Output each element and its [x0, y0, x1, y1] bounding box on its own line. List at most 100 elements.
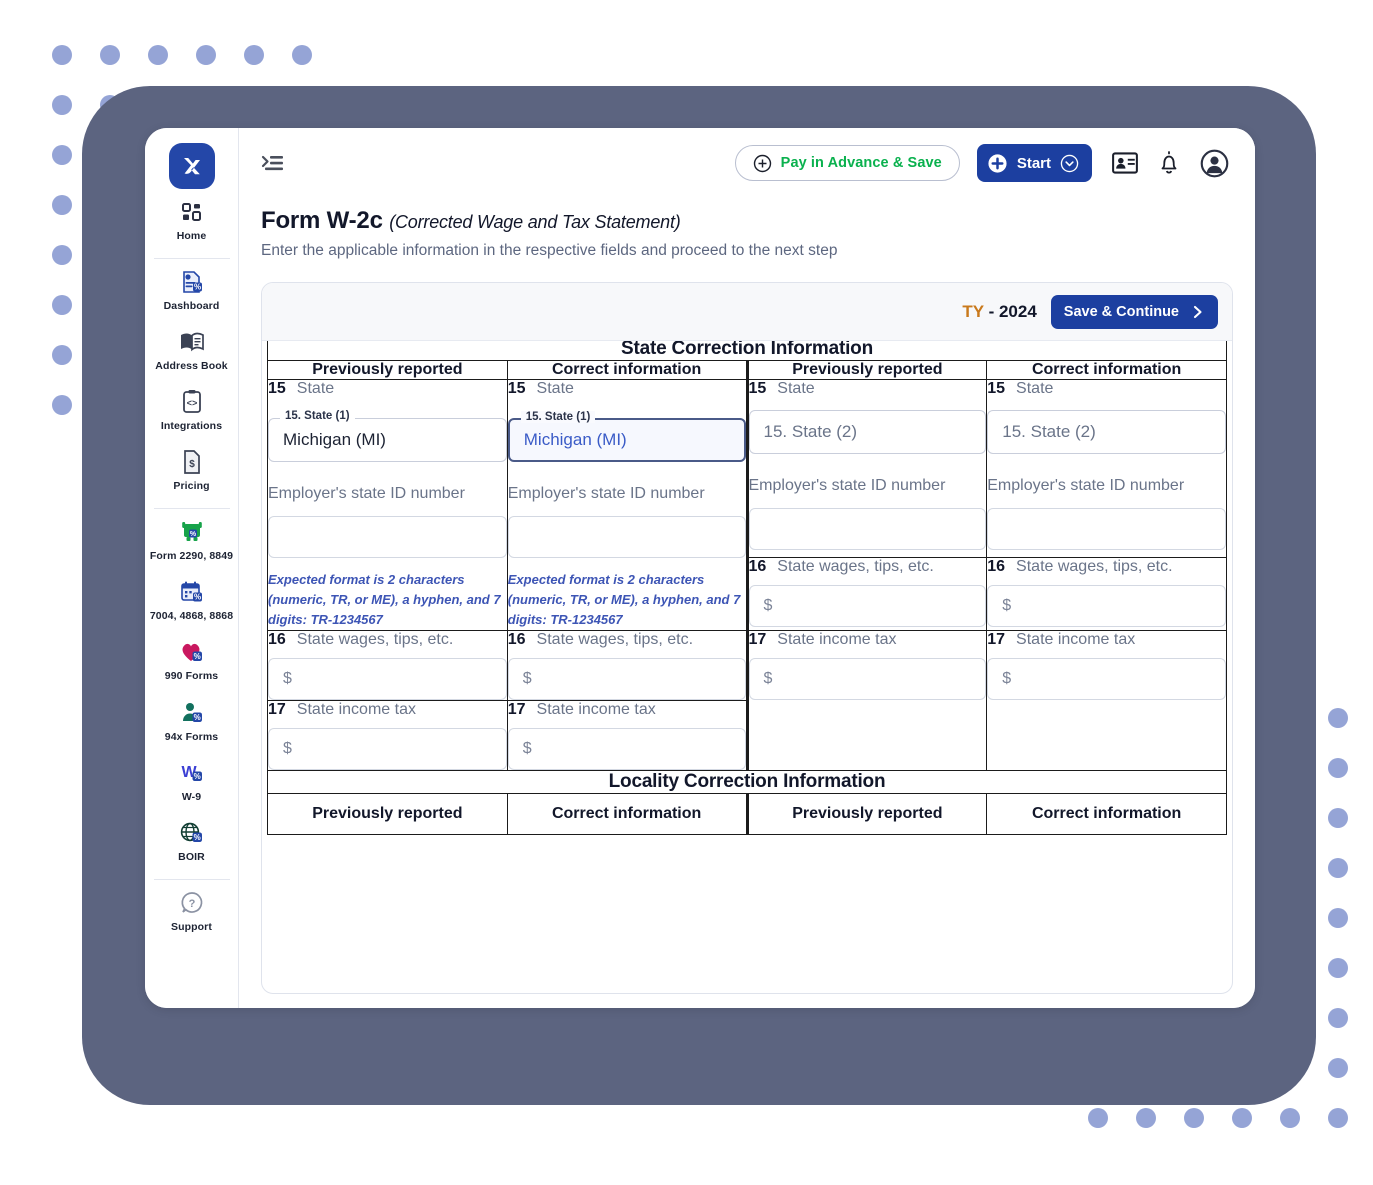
sidebar-item-home[interactable]: Home [145, 189, 239, 249]
employer-id-input-col2[interactable] [507, 515, 746, 558]
decorative-dot [196, 45, 216, 65]
start-button[interactable]: Start [976, 144, 1092, 182]
wages-input-placeholder-col3: $ [763, 597, 773, 615]
page-title: Form W-2c (Corrected Wage and Tax Statem… [261, 207, 1229, 235]
decorative-dot [1328, 758, 1348, 778]
decorative-dot [52, 95, 72, 115]
locality-column-header-2-label: Correct information [551, 805, 702, 823]
income-tax-input-col2[interactable]: $ [507, 728, 746, 771]
wages-input-col2[interactable]: $ [507, 658, 746, 701]
field-label: State income tax [536, 701, 656, 719]
field-label-row: 15 State [749, 380, 987, 398]
field-label-row: 17 State income tax [268, 701, 507, 719]
field-label: State wages, tips, etc. [1016, 558, 1173, 576]
field-number: 17 [987, 631, 1006, 649]
employer-id-input-col3[interactable] [748, 507, 987, 550]
save-and-continue-button[interactable]: Save & Continue [1050, 294, 1218, 329]
sidebar-item-integrations[interactable]: <> Integrations [145, 379, 239, 439]
person-percent-icon: % [179, 699, 205, 727]
sidebar-item-label: 94x Forms [164, 730, 219, 743]
svg-text:%: % [193, 833, 200, 842]
plus-circle-filled-icon [988, 153, 1007, 173]
decorative-dot [1328, 1058, 1348, 1078]
income-tax-input-col3[interactable]: $ [748, 658, 987, 701]
table-row-column-headers: Previously reported Correct information … [267, 360, 1227, 380]
table-row-locality-headers: Previously reported Correct information … [267, 793, 1227, 836]
decorative-dot [1088, 1108, 1108, 1128]
cell-income-tax-col3: 17 State income tax $ [745, 630, 988, 772]
field-label-row: 15 State [987, 380, 1226, 398]
pay-in-advance-label: Pay in Advance & Save [780, 155, 942, 171]
table-row-section-locality: Locality Correction Information [267, 770, 1227, 795]
employer-id-label-col2: Employer's state ID number [507, 485, 705, 502]
field-label-row: 17 State income tax [749, 631, 987, 649]
plus-circle-icon [753, 154, 771, 172]
employer-id-label-col4: Employer's state ID number [987, 477, 1185, 494]
form-card: TY - 2024 Save & Continue State Correcti… [261, 282, 1233, 994]
cell-income-tax-col1: 17 State income tax $ [267, 700, 508, 772]
user-account-icon[interactable] [1200, 149, 1229, 178]
sidebar-item-7004-4868-8868[interactable]: % 7004, 4868, 8868 [145, 569, 239, 629]
sidebar-item-94x-forms[interactable]: % 94x Forms [145, 690, 239, 750]
pay-in-advance-button[interactable]: Pay in Advance & Save [734, 145, 960, 181]
field-number: 15 [987, 380, 1006, 397]
document-percent-icon: % [179, 268, 205, 296]
state-select-col1[interactable]: 15. State (1) Michigan (MI) [268, 410, 507, 462]
decorative-dot [1232, 1108, 1252, 1128]
sidebar-item-support[interactable]: ? Support [145, 880, 239, 940]
income-tax-input-placeholder-col2: $ [522, 740, 532, 758]
sidebar-item-label: Dashboard [163, 300, 220, 313]
state-select-col4[interactable]: 15. State (2) [987, 410, 1226, 454]
app-window: Home % Dashboard Address Book <> Integra… [145, 128, 1255, 1008]
field-number: 16 [987, 558, 1006, 576]
employer-id-label-col3: Employer's state ID number [748, 477, 946, 494]
sidebar-item-pricing[interactable]: $ Pricing [145, 439, 239, 499]
page-title-main: Form W-2c [261, 207, 383, 234]
locality-column-header-2: Correct information [506, 793, 748, 836]
employer-id-hint-col2: Expected format is 2 characters (numeric… [507, 571, 741, 628]
income-tax-input-col4[interactable]: $ [987, 658, 1226, 701]
field-label-row: 15 State [508, 380, 746, 398]
section-title-state: State Correction Information [267, 341, 1227, 361]
column-header-1: Previously reported [267, 360, 508, 380]
state-select-col2[interactable]: 15. State (1) Michigan (MI) [507, 411, 746, 462]
sidebar-item-dashboard[interactable]: % Dashboard [145, 259, 239, 319]
sidebar-item-boir[interactable]: % BOIR [145, 810, 239, 870]
wages-input-col3[interactable]: $ [748, 585, 987, 628]
table-row-wages-col12: 16 State wages, tips, etc. $ 16 State wa… [267, 630, 1227, 772]
grid-dashboard-icon [180, 198, 204, 226]
field-label: State wages, tips, etc. [777, 558, 934, 576]
income-tax-input-placeholder-col4: $ [1002, 670, 1012, 688]
sidebar-item-address-book[interactable]: Address Book [145, 319, 239, 379]
decorative-dot [1328, 958, 1348, 978]
sidebar-item-label: W-9 [181, 790, 202, 803]
state-correction-table: State Correction Information Previously … [267, 341, 1227, 836]
svg-text:$: $ [189, 459, 195, 470]
collapse-menu-icon[interactable] [261, 153, 285, 173]
employer-id-label-col1: Employer's state ID number [268, 485, 465, 502]
sidebar-item-w9[interactable]: W % W-9 [145, 750, 239, 810]
decorative-dot [1328, 858, 1348, 878]
field-label: State [777, 380, 815, 397]
form-card-header: TY - 2024 Save & Continue [262, 283, 1232, 341]
wages-input-placeholder-col1: $ [283, 670, 292, 688]
state-select-col3[interactable]: 15. State (2) [748, 410, 987, 454]
sidebar-item-form-2290-8849[interactable]: % Form 2290, 8849 [145, 509, 239, 569]
sidebar-item-990-forms[interactable]: % 990 Forms [145, 629, 239, 689]
wages-input-col1[interactable]: $ [268, 658, 507, 701]
employer-id-input-col4[interactable] [987, 507, 1226, 550]
form-table-scroll-area[interactable]: State Correction Information Previously … [262, 341, 1232, 993]
cell-income-tax-col2: 17 State income tax $ [506, 700, 748, 772]
app-logo[interactable] [168, 143, 215, 189]
state-select-value-col3: 15. State (2) [763, 422, 858, 441]
income-tax-input-col1[interactable]: $ [268, 728, 507, 771]
field-number: 16 [507, 631, 526, 649]
field-number: 16 [748, 558, 767, 576]
decorative-dot [244, 45, 264, 65]
wages-input-col4[interactable]: $ [987, 585, 1226, 628]
employer-id-input-col1[interactable] [268, 515, 507, 558]
contact-card-icon[interactable] [1112, 152, 1138, 174]
notification-bell-icon[interactable] [1158, 150, 1180, 176]
field-number: 17 [507, 701, 526, 719]
cell-income-tax-col4: 17 State income tax $ [986, 630, 1227, 772]
